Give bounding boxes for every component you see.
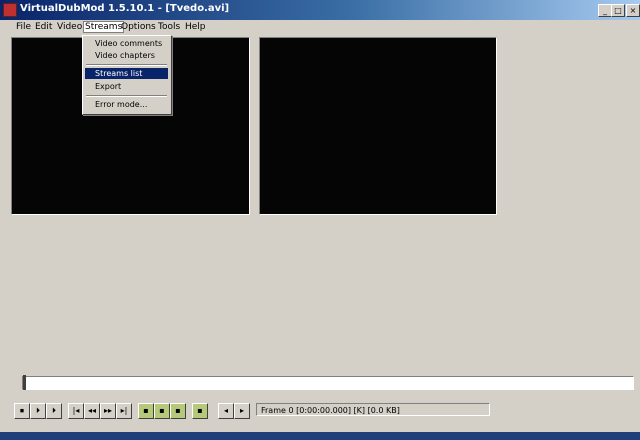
scene-prev-button[interactable]: ▪ <box>170 403 186 419</box>
next-frame-button[interactable]: ▸▸ <box>100 403 116 419</box>
close-button[interactable]: × <box>626 4 640 17</box>
streams-dropdown-menu: Video comments Video chapters Streams li… <box>82 35 172 115</box>
go-start-button[interactable]: |◂ <box>68 403 84 419</box>
menu-bar: File Edit Video Streams Options Tools He… <box>0 20 640 35</box>
mark-out-button[interactable]: ▸ <box>234 403 250 419</box>
window-title: VirtualDubMod 1.5.10.1 - [Tvedo.avi] <box>20 3 230 14</box>
menu-item-video-comments[interactable]: Video comments <box>85 38 168 49</box>
menu-options[interactable]: Options <box>121 22 156 32</box>
output-video-pane <box>259 37 497 215</box>
menu-help[interactable]: Help <box>185 22 206 32</box>
menu-item-streams-list[interactable]: Streams list <box>85 68 168 79</box>
title-bar[interactable]: VirtualDubMod 1.5.10.1 - [Tvedo.avi] _ □… <box>0 0 640 20</box>
menu-streams[interactable]: Streams <box>83 21 125 33</box>
menu-item-export[interactable]: Export <box>85 81 168 92</box>
menu-file[interactable]: File <box>16 22 31 32</box>
slider-thumb[interactable] <box>23 375 26 390</box>
menu-separator <box>86 64 167 66</box>
menu-item-error-mode[interactable]: Error mode... <box>85 99 168 110</box>
app-icon <box>3 3 17 17</box>
minimize-button[interactable]: _ <box>598 4 612 17</box>
menu-item-video-chapters[interactable]: Video chapters <box>85 50 168 61</box>
mark-in-button[interactable]: ◂ <box>218 403 234 419</box>
play-input-button[interactable]: ⏵ <box>30 403 46 419</box>
app-window: VirtualDubMod 1.5.10.1 - [Tvedo.avi] _ □… <box>0 0 640 440</box>
keyframe-prev-button[interactable]: ▪ <box>138 403 154 419</box>
maximize-button[interactable]: □ <box>611 4 625 17</box>
frame-status: Frame 0 [0:00:00.000] [K] [0.0 KB] <box>256 403 490 416</box>
taskbar <box>0 432 640 440</box>
menu-tools[interactable]: Tools <box>158 22 180 32</box>
play-output-button[interactable]: ⏵ <box>46 403 62 419</box>
go-end-button[interactable]: ▸| <box>116 403 132 419</box>
menu-separator <box>86 95 167 97</box>
scene-next-button[interactable]: ▪ <box>192 403 208 419</box>
prev-frame-button[interactable]: ◂◂ <box>84 403 100 419</box>
position-slider[interactable] <box>22 375 634 390</box>
keyframe-next-button[interactable]: ▪ <box>154 403 170 419</box>
menu-edit[interactable]: Edit <box>35 22 52 32</box>
menu-video[interactable]: Video <box>57 22 82 32</box>
stop-button[interactable]: ⏹ <box>14 403 30 419</box>
